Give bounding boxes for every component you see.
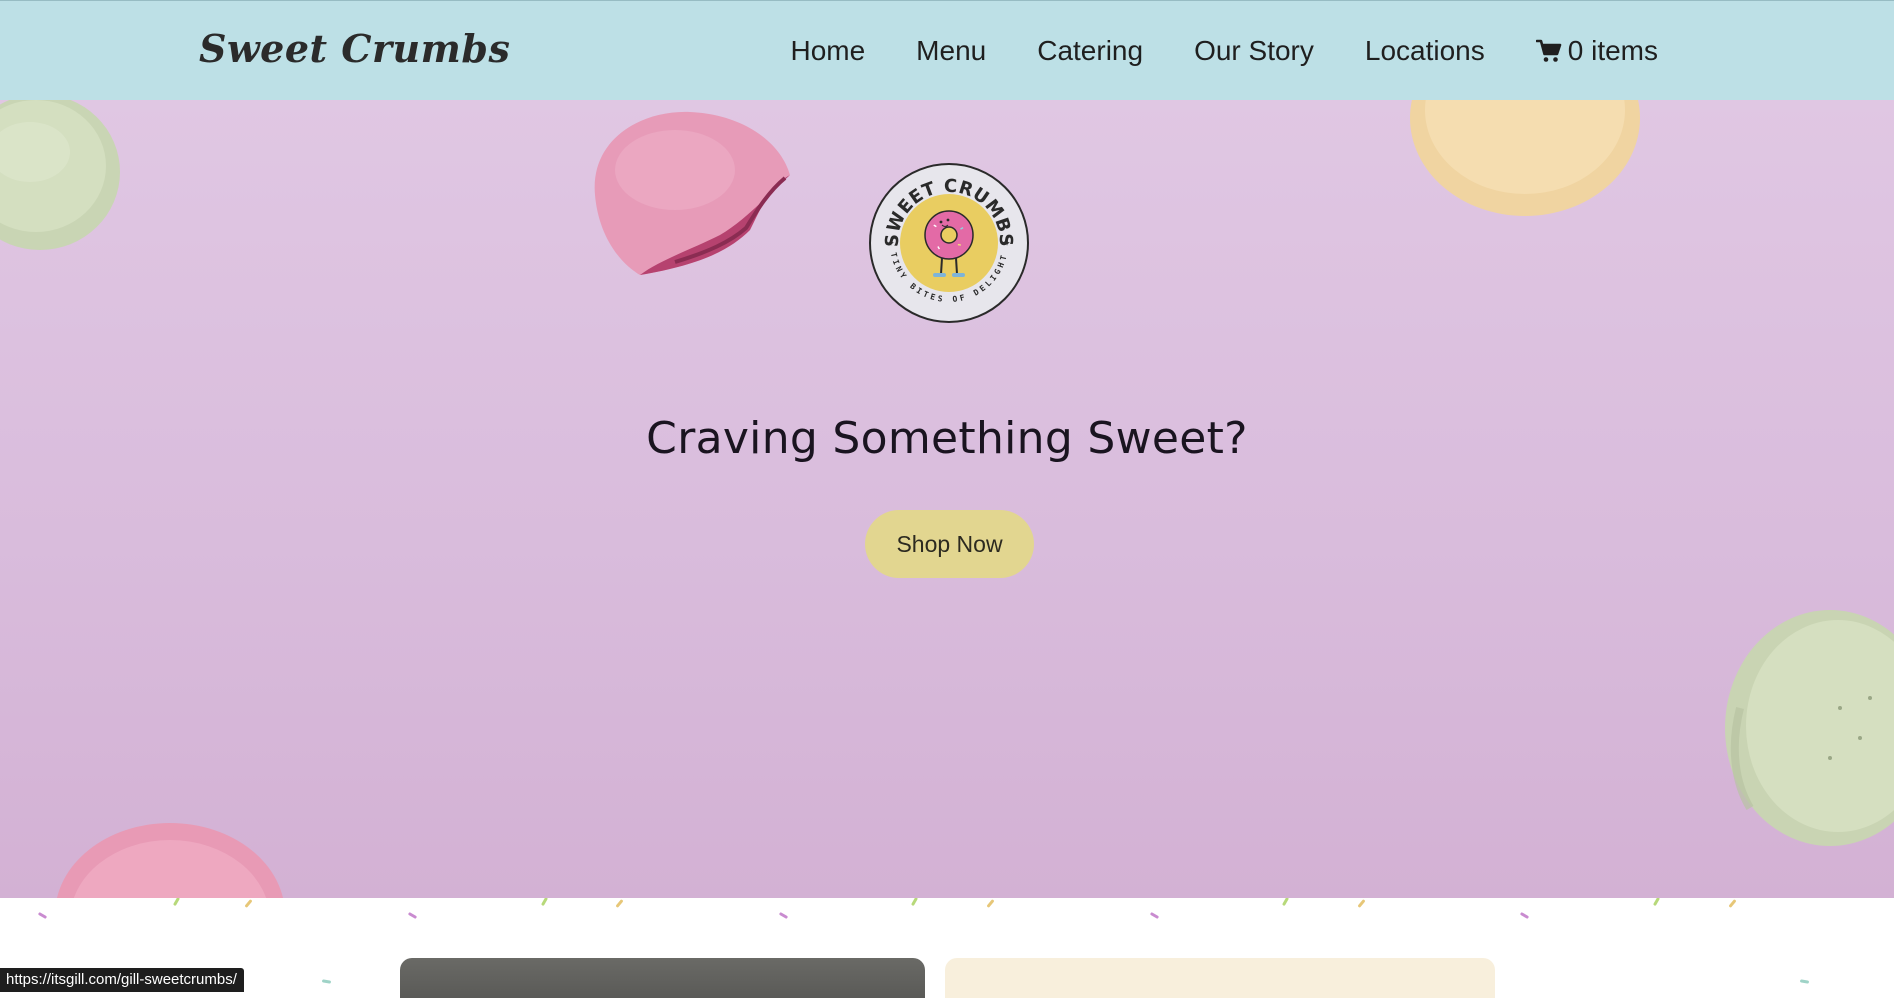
sprinkle-decoration	[172, 898, 181, 907]
pink-bitten-macaron-image	[594, 111, 790, 275]
svg-text:✦: ✦	[1003, 239, 1011, 249]
brand-logo-text[interactable]: Sweet Crumbs	[199, 27, 510, 71]
nav-our-story[interactable]: Our Story	[1194, 33, 1314, 69]
hero-section: SWEET CRUMBS TINY BITES OF DELIGHT ✦ ✦ C…	[0, 100, 1894, 898]
sprinkle-decoration	[321, 979, 332, 984]
yellow-macaron-image	[1410, 100, 1640, 216]
hero-title: Craving Something Sweet?	[646, 413, 1248, 464]
featured-card-image[interactable]	[400, 958, 925, 998]
shopping-cart-icon	[1535, 39, 1562, 63]
sprinkle-decoration	[910, 898, 919, 907]
status-bar-url: https://itsgill.com/gill-sweetcrumbs/	[0, 968, 244, 992]
cart-link[interactable]: 0 items	[1535, 33, 1658, 69]
sprinkle-decoration	[778, 911, 789, 920]
cart-count: 0 items	[1567, 35, 1658, 66]
featured-card-cream[interactable]	[945, 958, 1495, 998]
sprinkle-decoration	[1728, 899, 1737, 908]
sprinkle-decoration	[37, 911, 48, 920]
nav-locations[interactable]: Locations	[1365, 33, 1485, 69]
shop-now-button[interactable]: Shop Now	[865, 510, 1034, 578]
sprinkle-decoration	[407, 911, 418, 920]
nav-home[interactable]: Home	[790, 33, 865, 69]
nav-menu[interactable]: Menu	[916, 33, 986, 69]
sprinkle-decoration	[540, 898, 549, 907]
nav-catering[interactable]: Catering	[1037, 33, 1143, 69]
green-macaron-right-image	[1725, 610, 1894, 846]
sweet-crumbs-logo-badge[interactable]: SWEET CRUMBS TINY BITES OF DELIGHT ✦ ✦	[868, 162, 1030, 324]
green-macaron-left-image	[0, 100, 120, 250]
sprinkle-decoration	[1357, 899, 1366, 908]
sprinkle-decoration	[244, 899, 253, 908]
sprinkle-decoration	[986, 899, 995, 908]
sprinkle-decoration	[1652, 898, 1661, 907]
sprinkle-decoration	[1799, 979, 1810, 984]
pink-macaron-bottom-image	[57, 823, 283, 898]
site-header: Sweet Crumbs Home Menu Catering Our Stor…	[0, 0, 1894, 100]
sprinkle-decoration	[1149, 911, 1160, 920]
sprinkle-decoration	[615, 899, 624, 908]
main-nav: Home Menu Catering Our Story Locations 0…	[790, 33, 1658, 69]
svg-text:✦: ✦	[887, 239, 895, 249]
sprinkle-decoration	[1519, 911, 1530, 920]
sprinkle-decoration	[1281, 898, 1290, 907]
